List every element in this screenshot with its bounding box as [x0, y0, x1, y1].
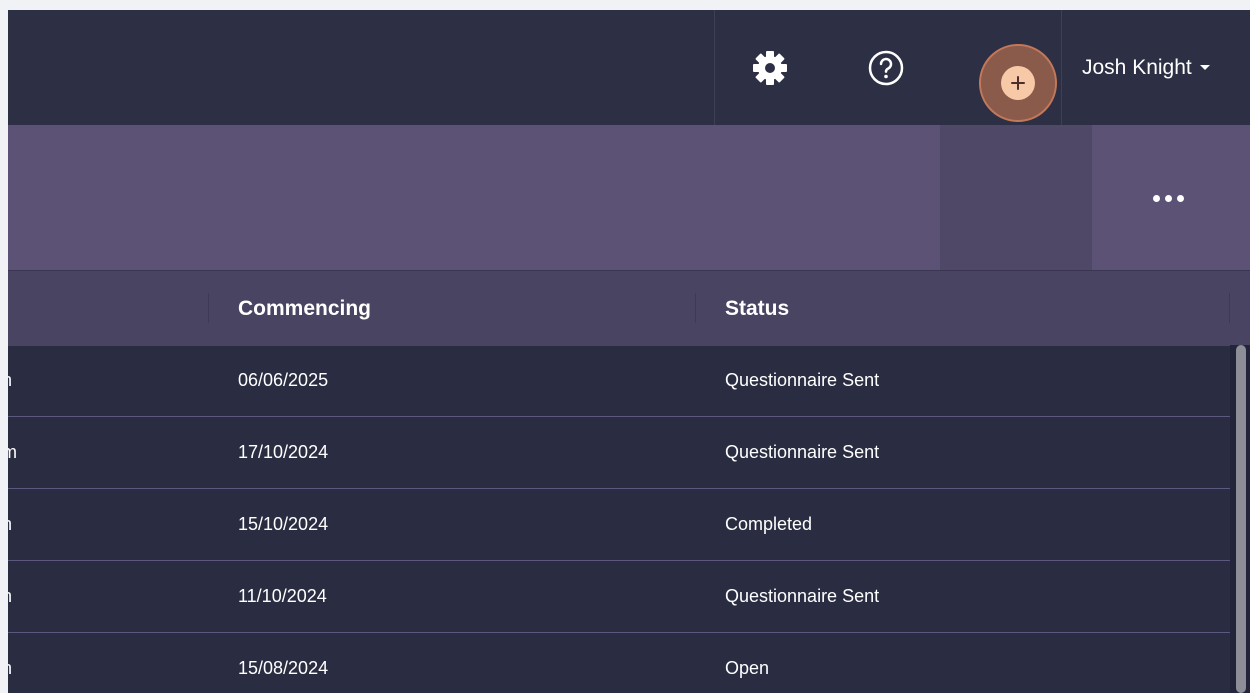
status-cell: Completed: [725, 514, 813, 534]
more-options-button[interactable]: [1128, 173, 1208, 223]
name-cell: n: [8, 489, 12, 560]
column-separator: [1229, 293, 1230, 323]
commencing-cell: 15/10/2024: [238, 514, 329, 534]
help-button[interactable]: [866, 48, 906, 88]
name-cell: n: [8, 633, 12, 693]
status-cell: Questionnaire Sent: [725, 442, 880, 462]
commencing-cell: 15/08/2024: [238, 658, 329, 678]
app-window: Josh Knight Commencing Status n: [8, 10, 1250, 693]
scrollbar-thumb[interactable]: [1236, 345, 1246, 693]
commencing-cell: 17/10/2024: [238, 442, 329, 462]
top-nav-bar: Josh Knight: [8, 10, 1250, 126]
name-cell: n: [8, 561, 12, 632]
table-row[interactable]: n 06/06/2025 Questionnaire Sent: [8, 345, 1230, 417]
table-row[interactable]: n 11/10/2024 Questionnaire Sent: [8, 561, 1230, 633]
ellipsis-icon: [1176, 194, 1184, 202]
user-menu-dropdown[interactable]: Josh Knight: [1062, 10, 1250, 125]
gear-icon: [753, 51, 787, 85]
nav-divider: [714, 10, 715, 125]
help-icon: [868, 50, 904, 86]
commencing-cell: 06/06/2025: [238, 370, 329, 390]
status-cell: Open: [725, 658, 770, 678]
ellipsis-icon: [1152, 194, 1160, 202]
name-cell: m: [8, 442, 17, 462]
table-body: n 06/06/2025 Questionnaire Sent m 17/10/…: [8, 345, 1230, 693]
column-header-commencing[interactable]: Commencing: [238, 271, 371, 346]
add-button-zone: [940, 125, 1092, 270]
column-header-status[interactable]: Status: [725, 271, 789, 346]
table-row[interactable]: m 17/10/2024 Questionnaire Sent: [8, 417, 1230, 489]
status-cell: Questionnaire Sent: [725, 370, 880, 390]
user-name: Josh Knight: [1082, 55, 1192, 79]
caret-down-icon: [1199, 65, 1210, 70]
ellipsis-icon: [1164, 194, 1172, 202]
action-toolbar: [8, 125, 1250, 270]
status-cell: Questionnaire Sent: [725, 586, 880, 606]
vertical-scrollbar[interactable]: [1230, 345, 1250, 693]
table-header: Commencing Status: [8, 270, 1250, 346]
commencing-cell: 11/10/2024: [238, 586, 327, 606]
add-new-button[interactable]: [979, 44, 1057, 122]
name-cell: n: [8, 345, 12, 416]
plus-icon: [1001, 66, 1035, 100]
table-row[interactable]: n 15/08/2024 Open: [8, 633, 1230, 693]
column-separator: [695, 293, 696, 323]
table-row[interactable]: n 15/10/2024 Completed: [8, 489, 1230, 561]
settings-button[interactable]: [750, 48, 790, 88]
column-separator: [208, 293, 209, 323]
